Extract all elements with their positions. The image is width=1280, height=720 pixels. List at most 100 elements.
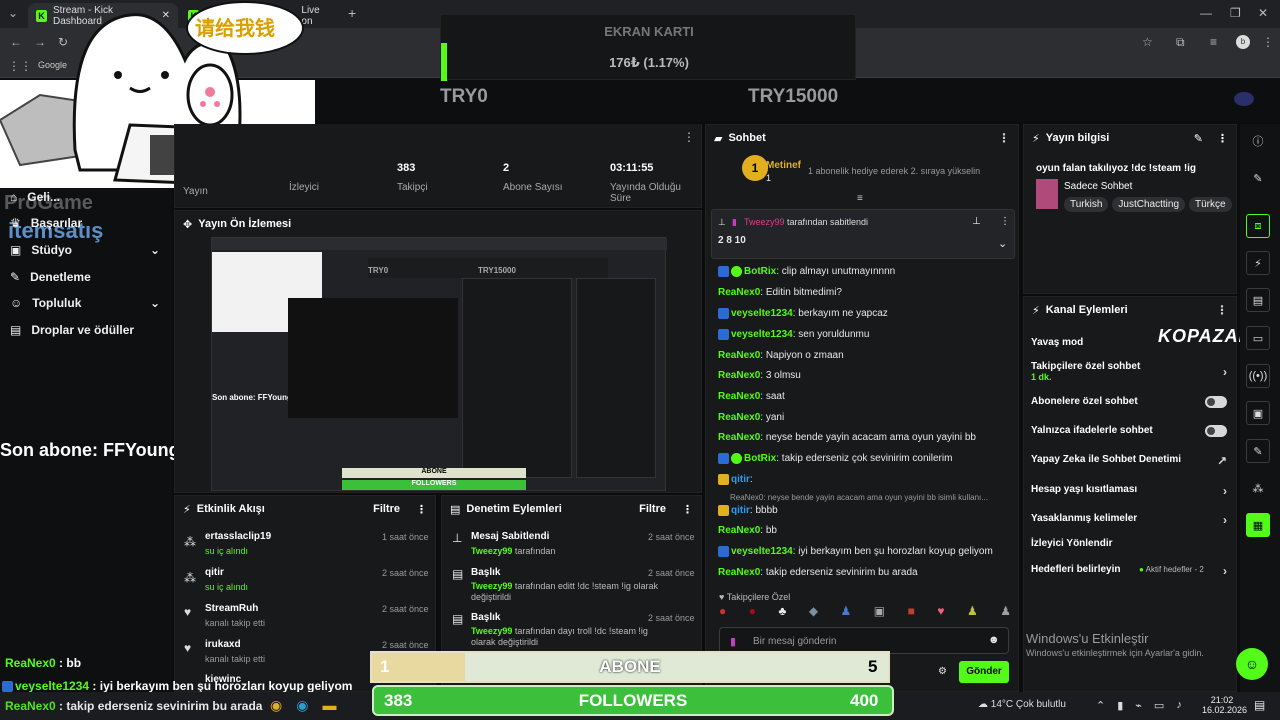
tag[interactable]: JustChactting [1112, 197, 1186, 212]
unpin-icon[interactable]: ⊥ [972, 216, 981, 227]
moderation-user[interactable]: Tweezy99 [471, 626, 512, 636]
chevron-up-icon[interactable]: ⌃ [1096, 699, 1105, 712]
viewer-redirect-row[interactable]: İzleyici Yönlendir [1031, 538, 1227, 552]
chat-username[interactable]: BotRix [744, 266, 776, 277]
more-icon[interactable]: ⋮ [1216, 303, 1228, 317]
folder-icon[interactable]: ▬ [322, 697, 336, 714]
activity-user[interactable]: ertasslaclip19 [205, 531, 271, 542]
followers-only-row[interactable]: Takipçilere özel sohbet 1 dk. › [1031, 361, 1227, 385]
layout-icon[interactable]: ▣ [1246, 401, 1270, 425]
chat-rail-icon[interactable]: ▭ [1246, 326, 1270, 350]
banned-words-row[interactable]: Yasaklanmış kelimeler › [1031, 513, 1227, 527]
wrench-icon[interactable]: ✎ [1246, 439, 1270, 463]
emote-icon[interactable]: ♟ [967, 604, 978, 622]
chat-username[interactable]: qitir [731, 505, 750, 516]
chat-username[interactable]: ReaNex0 [718, 370, 760, 381]
community-icon[interactable]: ⁂ [1246, 476, 1270, 500]
emote-icon[interactable]: ◆ [809, 604, 818, 622]
sidebar-item-studio[interactable]: ▣ Stüdyo ⌄ [10, 243, 160, 257]
moderation-user[interactable]: Tweezy99 [471, 546, 512, 556]
star-icon[interactable]: ☆ [1142, 35, 1153, 49]
emoji-icon[interactable]: ☻ [988, 634, 1000, 646]
weather-widget[interactable]: ☁ 14°C Çok bulutlu [978, 699, 1066, 710]
stream-category[interactable]: Sadece Sohbet [1064, 181, 1132, 192]
emote-icon[interactable]: ● [719, 604, 726, 622]
pinned-by-user[interactable]: Tweezy99 [744, 217, 785, 227]
document-icon[interactable]: ▤ [1246, 288, 1270, 312]
settings-icon[interactable]: ⚙ [938, 666, 947, 677]
clock[interactable]: 21:02 16.02.2026 [1202, 695, 1247, 715]
extensions-icon[interactable]: ⧉ [1176, 35, 1185, 50]
broadcast-icon[interactable]: ((•)) [1246, 364, 1270, 388]
emote-icon[interactable]: ♟ [1000, 604, 1011, 622]
category-thumbnail[interactable] [1036, 179, 1058, 209]
chat-username[interactable]: ReaNex0 [718, 287, 760, 298]
emote-only-toggle[interactable] [1205, 425, 1227, 437]
tag[interactable]: Türkçe [1189, 197, 1232, 212]
edit-icon[interactable]: ✎ [1194, 132, 1203, 145]
menu-icon[interactable]: ⋮ [1262, 35, 1274, 49]
restore-icon[interactable]: ❐ [1230, 6, 1241, 20]
subs-only-toggle[interactable] [1205, 396, 1227, 408]
activity-user[interactable]: qitir [205, 567, 224, 578]
chat-username[interactable]: BotRix [744, 453, 776, 464]
more-icon[interactable]: ⋮ [682, 503, 693, 516]
more-icon[interactable]: ⋮ [1000, 216, 1010, 227]
emote-icon[interactable]: ♣ [778, 604, 786, 622]
preview-video[interactable]: TRY0 TRY15000 Son abone: FFYoung ABONE F… [211, 237, 667, 491]
tag[interactable]: Turkish [1064, 197, 1109, 212]
emote-icon[interactable]: ■ [908, 604, 915, 622]
emote-icon[interactable]: ▣ [874, 604, 885, 622]
chat-username[interactable]: ReaNex0 [718, 412, 760, 423]
emote-only-row[interactable]: Yalnızca ifadelerle sohbet [1031, 425, 1227, 439]
chat-username[interactable]: ReaNex0 [718, 525, 760, 536]
more-icon[interactable]: ⋮ [1217, 132, 1228, 145]
clapper-icon[interactable]: ▦ [1246, 513, 1270, 537]
sidebar-item-achievements[interactable]: ♛ Başarılar [10, 216, 160, 230]
activity-user[interactable]: StreamRuh [205, 603, 258, 614]
pencil-icon[interactable]: ✎ [1246, 166, 1270, 190]
support-chat-icon[interactable]: ☺ [1236, 648, 1268, 680]
chat-input-box[interactable]: ▮ Bir mesaj gönderin ☻ [719, 627, 1009, 654]
chat-username[interactable]: veyselte1234 [731, 546, 793, 557]
emote-icon[interactable]: ♟ [841, 604, 852, 622]
chat-username[interactable]: ReaNex0 [718, 567, 760, 578]
minimize-icon[interactable]: — [1200, 6, 1212, 20]
profile-avatar[interactable]: b [1236, 35, 1250, 49]
subs-only-row[interactable]: Abonelere özel sohbet [1031, 396, 1227, 410]
sidebar-item-home[interactable]: ⌂ Geli... [10, 190, 160, 204]
edge-icon[interactable]: ◉ [296, 697, 308, 714]
notifications-icon[interactable]: ▤ [1254, 698, 1265, 712]
more-icon[interactable]: ⋮ [683, 130, 695, 144]
account-age-row[interactable]: Hesap yaşı kısıtlaması › [1031, 484, 1227, 498]
goals-row[interactable]: Hedefleri belirleyin ● Aktif hedefler - 2… [1031, 564, 1227, 578]
usb-icon[interactable]: ⌁ [1135, 699, 1142, 712]
ai-moderation-row[interactable]: Yapay Zeka ile Sohbet Denetimi ↗ [1031, 454, 1227, 468]
activity-filter-button[interactable]: Filtre [373, 503, 400, 515]
network-icon[interactable]: ▭ [1154, 699, 1164, 712]
chevron-down-icon[interactable]: ⌄ [998, 237, 1007, 250]
more-icon[interactable]: ⋮ [416, 503, 427, 516]
chat-username[interactable]: ReaNex0 [718, 350, 760, 361]
moderation-filter-button[interactable]: Filtre [639, 503, 666, 515]
chat-username[interactable]: ReaNex0 [718, 432, 760, 443]
chat-username[interactable]: veyselte1234 [731, 308, 793, 319]
chat-username[interactable]: veyselte1234 [731, 329, 793, 340]
close-window-icon[interactable]: ✕ [1258, 6, 1268, 20]
new-tab-icon[interactable]: + [348, 5, 356, 21]
moderation-user[interactable]: Tweezy99 [471, 581, 512, 591]
emote-icon[interactable]: ♥ [937, 604, 944, 622]
bolt-icon[interactable]: ⚡ [1246, 251, 1270, 275]
collapse-icon[interactable]: ≡ [857, 193, 863, 204]
gift-leader-name[interactable]: Metinef [766, 160, 801, 171]
reading-list-icon[interactable]: ≡ [1210, 35, 1217, 49]
more-icon[interactable]: ⋮ [998, 131, 1010, 145]
info-icon[interactable]: ⓘ [1246, 129, 1270, 153]
user-avatar[interactable] [1234, 92, 1254, 106]
sidebar-item-moderation[interactable]: ✎ Denetleme [10, 270, 160, 284]
volume-icon[interactable]: ♪ [1176, 699, 1182, 712]
emote-icon[interactable]: ● [749, 604, 756, 622]
activity-user[interactable]: irukaxd [205, 639, 241, 650]
chrome-icon[interactable]: ◉ [270, 697, 282, 714]
mic-icon[interactable]: ▮ [1117, 699, 1123, 712]
